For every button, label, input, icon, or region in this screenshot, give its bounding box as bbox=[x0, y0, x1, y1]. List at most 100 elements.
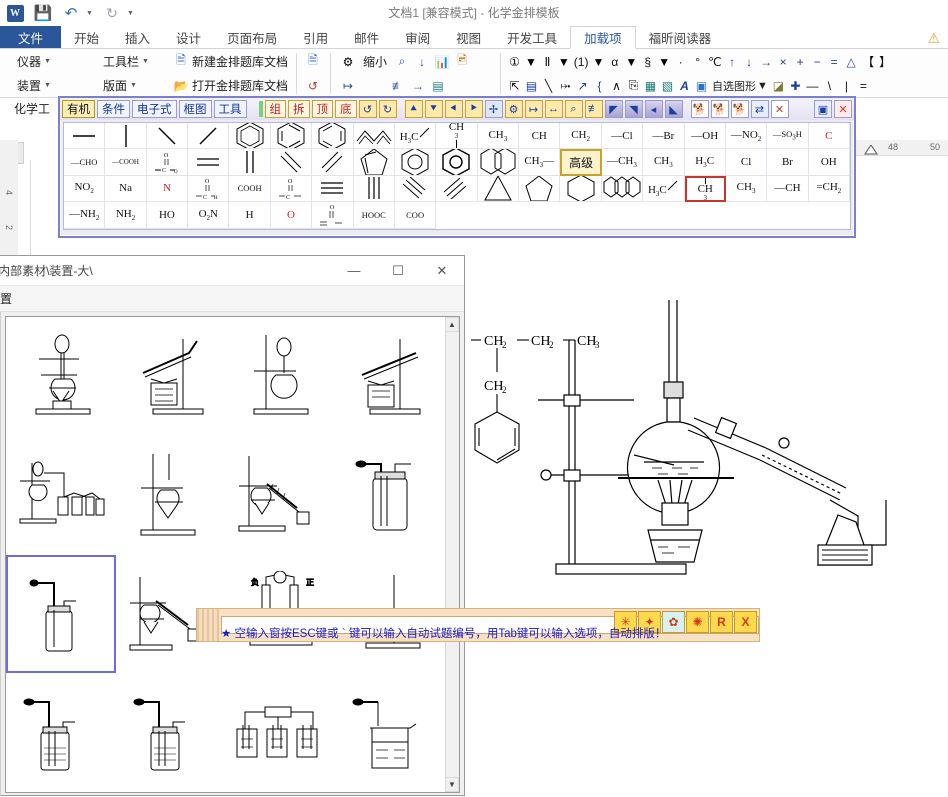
button-settings[interactable]: ▤设置 bbox=[0, 290, 12, 307]
height-icon[interactable]: ⌕ bbox=[564, 100, 583, 118]
tab-insert[interactable]: 插入 bbox=[112, 26, 163, 48]
thumbnail-item[interactable] bbox=[335, 436, 445, 555]
palette-cell-nitrogen[interactable]: N bbox=[146, 175, 189, 202]
doc-list-icon[interactable]: 🗎 bbox=[305, 53, 321, 70]
chevron-down-icon[interactable]: ▼ bbox=[592, 55, 604, 69]
palette-cell-na[interactable]: Na bbox=[105, 175, 147, 202]
symbol-bracket-left[interactable]: 【 bbox=[862, 53, 875, 70]
palette-cell-cl-bond[interactable]: —Cl bbox=[601, 123, 644, 150]
palette-cell-br-bond[interactable]: —Br bbox=[643, 123, 685, 150]
snowflake-button[interactable]: ✺ bbox=[686, 611, 709, 633]
palette-cell-h3c-branch[interactable]: H3C bbox=[394, 123, 437, 150]
symbol-minus[interactable]: − bbox=[811, 53, 824, 70]
symbol-alpha[interactable]: α bbox=[608, 53, 621, 70]
palette-tab-tools[interactable]: 工具 bbox=[213, 100, 247, 118]
ungroup-dog-icon[interactable]: 🐕 bbox=[710, 100, 729, 118]
gallery-scrollbar[interactable]: ▲ ▼ bbox=[445, 317, 459, 792]
palette-cell-triple-bond-d2[interactable] bbox=[436, 175, 478, 202]
picture-tool-icon[interactable]: ▣ bbox=[695, 77, 708, 94]
button-open-bank-doc[interactable]: 📂 打开金排题库文档 bbox=[170, 76, 291, 95]
freeform-tool-icon[interactable]: ◪ bbox=[772, 77, 785, 94]
compress-icon[interactable]: ≢ bbox=[584, 100, 603, 118]
move-right-icon[interactable]: ⯈ bbox=[464, 100, 483, 118]
palette-cell-double-bond-d2[interactable] bbox=[312, 149, 354, 176]
curve-tool-icon[interactable]: ∧ bbox=[610, 77, 623, 94]
palette-symbol-grid[interactable]: H3C CH 3 CH3 CH CH2 —Cl —Br —OH —NO2 —SO3… bbox=[63, 122, 851, 230]
palette-cell-oh[interactable]: OH bbox=[808, 149, 850, 176]
symbol-up-arrow[interactable]: ↑ bbox=[726, 53, 739, 70]
palette-cell-double-bond-h[interactable] bbox=[188, 149, 230, 176]
vertical-ruler[interactable]: 4 2 bbox=[0, 140, 18, 270]
palette-cell-ester-mid[interactable]: OC bbox=[270, 175, 313, 202]
tab-references[interactable]: 引用 bbox=[290, 26, 341, 48]
tab-home[interactable]: 开始 bbox=[61, 26, 112, 48]
palette-button-top[interactable]: 顶 bbox=[311, 100, 333, 118]
palette-cell-zigzag-chain[interactable] bbox=[353, 123, 395, 150]
pipe-tool-icon[interactable]: | bbox=[840, 77, 853, 94]
palette-cell-double-ch2[interactable]: =CH2 bbox=[808, 175, 850, 202]
thumbnail-gallery[interactable]: 负正 ▲ ▼ bbox=[5, 316, 460, 793]
symbol-equals[interactable]: = bbox=[828, 53, 841, 70]
width-adjust-icon[interactable]: ↦ bbox=[340, 78, 356, 94]
palette-cell-ho[interactable]: HO bbox=[146, 202, 189, 229]
palette-cell-no2[interactable]: NO2 bbox=[64, 175, 106, 202]
swap-icon[interactable]: ⇄ bbox=[750, 100, 769, 118]
r-button[interactable]: R bbox=[710, 611, 733, 633]
palette-cell-triple-bond-d1[interactable] bbox=[394, 175, 437, 202]
palette-cell-double-bond-v[interactable] bbox=[229, 149, 271, 176]
chevron-down-icon[interactable]: ▼ bbox=[525, 55, 537, 69]
symbol-triangle[interactable]: △ bbox=[845, 53, 858, 70]
wordart-tool-icon[interactable]: A bbox=[678, 77, 691, 94]
palette-cell-benzene-2lines[interactable] bbox=[270, 123, 313, 150]
palette-cell-ch3-slash2[interactable]: CH3 bbox=[725, 175, 768, 202]
palette-cell-naphthalene[interactable] bbox=[477, 149, 520, 176]
dialog-title-bar[interactable]: 12.00>>>C:\Program Files (x86)\HXJP\内部素材… bbox=[0, 256, 464, 286]
thumbnail-item[interactable] bbox=[116, 317, 226, 436]
palette-cell-ch3[interactable]: CH3 bbox=[643, 149, 685, 176]
palette-tab-conditions[interactable]: 条件 bbox=[97, 100, 130, 118]
undo-dropdown-icon[interactable]: ▼ bbox=[86, 10, 93, 17]
palette-cell-hexagon-circle[interactable] bbox=[436, 149, 478, 176]
thumbnail-item-selected[interactable] bbox=[6, 554, 116, 674]
palette-cell-double-bond-d1[interactable] bbox=[270, 149, 313, 176]
palette-cell-carbon[interactable]: C bbox=[808, 123, 850, 150]
palette-cell-cl[interactable]: Cl bbox=[725, 149, 768, 176]
vertical-align-icon[interactable]: ⌕ bbox=[394, 54, 410, 70]
thumbnail-item[interactable] bbox=[226, 436, 336, 555]
tab-file[interactable]: 文件 bbox=[0, 26, 62, 48]
palette-cell-h3c[interactable]: H3C bbox=[684, 149, 726, 176]
palette-cell-hydrogen[interactable]: H bbox=[229, 202, 271, 229]
palette-cell-single-bond-h[interactable] bbox=[64, 123, 106, 150]
bar-chart-icon[interactable]: 📊 bbox=[434, 54, 450, 70]
tab-view[interactable]: 视图 bbox=[443, 26, 494, 48]
symbol-degree[interactable]: ° bbox=[691, 53, 704, 70]
palette-cell-triangle[interactable] bbox=[477, 175, 520, 202]
palette-cell-so3h-bond[interactable]: —SO3H bbox=[767, 123, 809, 150]
palette-cell-ch3-boxed[interactable]: CH 3 bbox=[684, 175, 726, 202]
move-down-icon[interactable]: ⯆ bbox=[424, 100, 443, 118]
symbol-down-arrow[interactable]: ↓ bbox=[743, 53, 756, 70]
palette-cell-nh2[interactable]: NH2 bbox=[105, 202, 147, 229]
restore-icon[interactable]: ▣ bbox=[814, 100, 832, 118]
symbol-times[interactable]: × bbox=[777, 53, 790, 70]
tab-review[interactable]: 审阅 bbox=[392, 26, 443, 48]
align-left-icon[interactable]: ◂ bbox=[644, 100, 663, 118]
table-tool-icon[interactable]: ▦ bbox=[644, 77, 657, 94]
undo-icon[interactable]: ↶ bbox=[62, 4, 80, 22]
palette-cell-hooc[interactable]: HOOC bbox=[353, 202, 395, 229]
x-button[interactable]: X bbox=[734, 611, 757, 633]
right-arrow-icon[interactable]: → bbox=[410, 78, 426, 94]
palette-cell-cyclopentadiene[interactable] bbox=[353, 149, 395, 176]
scroll-down-icon[interactable]: ▼ bbox=[445, 777, 459, 792]
brace-tool-icon[interactable]: { bbox=[593, 77, 606, 94]
move-left-icon[interactable]: ⯇ bbox=[444, 100, 463, 118]
button-new-bank-doc[interactable]: 🗎 新建金排题库文档 bbox=[170, 52, 291, 71]
palette-cell-cho[interactable]: —CHO bbox=[64, 149, 106, 176]
palette-cell-aldehyde-group[interactable]: O C H bbox=[188, 175, 230, 202]
palette-cell-ch[interactable]: CH bbox=[519, 123, 561, 150]
tab-developer[interactable]: 开发工具 bbox=[494, 26, 570, 48]
symbol-paren-one[interactable]: (1) bbox=[574, 53, 589, 70]
symbol-roman-two[interactable]: Ⅱ bbox=[541, 53, 554, 70]
move-up-icon[interactable]: ⯅ bbox=[404, 100, 423, 118]
tab-addins[interactable]: 加载项 bbox=[570, 26, 636, 49]
